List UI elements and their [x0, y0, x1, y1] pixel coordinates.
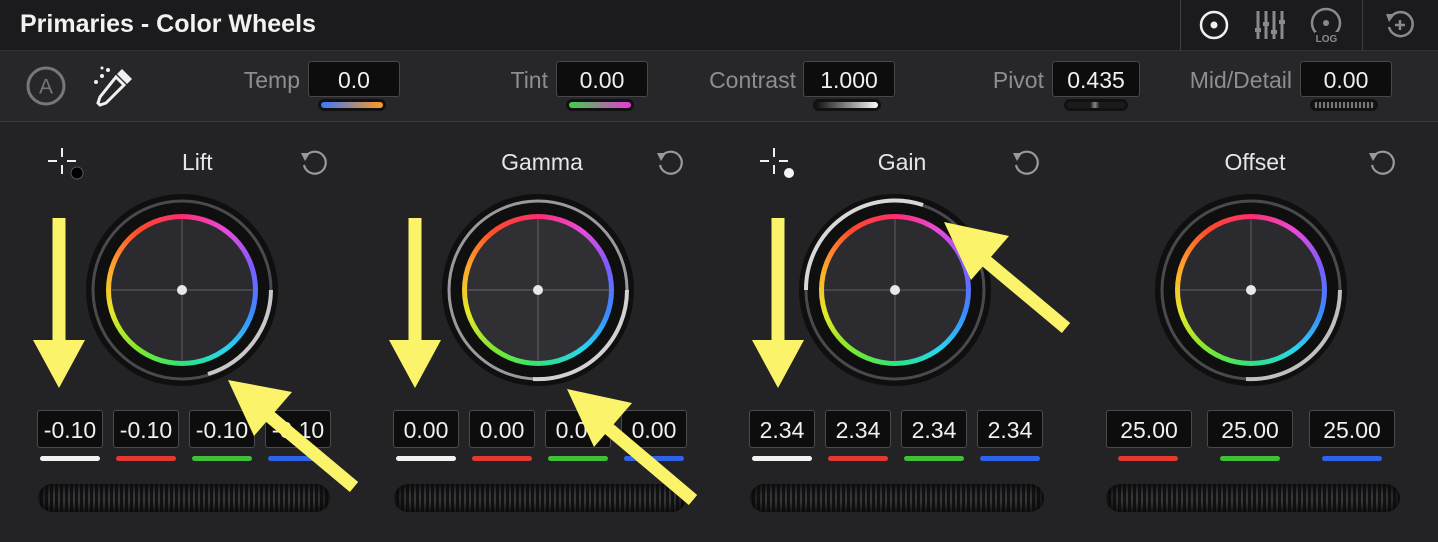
- lift-r-field[interactable]: -0.10: [113, 410, 179, 448]
- gamma-balance-point[interactable]: [533, 285, 543, 295]
- offset-wheel-panel: Offset 25.00 25.00 25.00: [1068, 122, 1438, 542]
- mid-detail-field[interactable]: 0.00: [1300, 61, 1392, 97]
- lift-g-field[interactable]: -0.10: [189, 410, 255, 448]
- tint-field[interactable]: 0.00: [556, 61, 648, 97]
- temp-field[interactable]: 0.0: [308, 61, 400, 97]
- color-wheels-mode-button[interactable]: [1184, 0, 1244, 50]
- lift-balance-point[interactable]: [177, 285, 187, 295]
- gain-y-field[interactable]: 2.34: [749, 410, 815, 448]
- offset-g-field[interactable]: 25.00: [1207, 410, 1293, 448]
- offset-r-indicator: [1118, 456, 1178, 461]
- gamma-b-field[interactable]: 0.00: [621, 410, 687, 448]
- auto-balance-icon: A: [26, 66, 66, 106]
- lift-reset-button[interactable]: [299, 148, 329, 183]
- gain-r-indicator: [828, 456, 888, 461]
- log-mode-icon: LOG: [1310, 7, 1342, 45]
- offset-master-wheel[interactable]: [1106, 484, 1400, 512]
- pivot-label: Pivot: [992, 67, 1044, 93]
- gain-b-indicator: [980, 456, 1040, 461]
- gamma-color-wheel[interactable]: [440, 192, 636, 388]
- gain-color-wheel[interactable]: [797, 192, 993, 388]
- gain-master-wheel[interactable]: [750, 484, 1044, 512]
- gamma-g-field[interactable]: 0.00: [545, 410, 611, 448]
- auto-balance-button[interactable]: A: [25, 65, 67, 112]
- gamma-g-indicator: [548, 456, 608, 461]
- panel-title: Primaries - Color Wheels: [20, 10, 316, 38]
- gain-g-indicator: [904, 456, 964, 461]
- lift-y-indicator: [40, 456, 100, 461]
- eyedropper-icon: [94, 66, 132, 107]
- bars-mode-icon: [1255, 11, 1285, 39]
- mid-detail-label: Mid/Detail: [1189, 67, 1292, 93]
- temp-slider-track: [321, 102, 383, 108]
- reset-icon: [657, 150, 683, 175]
- offset-b-indicator: [1322, 456, 1382, 461]
- offset-r-field[interactable]: 25.00: [1106, 410, 1192, 448]
- lift-wheel-panel: Lift -0.10 -0.10 -0.10 -0.10: [0, 122, 360, 542]
- adjustment-controls-row: A Temp 0.0 Tint 0.00 Contrast 1.000 Pivo…: [0, 51, 1438, 122]
- lift-y-field[interactable]: -0.10: [37, 410, 103, 448]
- pivot-slider-track: [1067, 102, 1125, 108]
- gamma-y-indicator: [396, 456, 456, 461]
- gain-y-indicator: [752, 456, 812, 461]
- gain-balance-point[interactable]: [890, 285, 900, 295]
- lift-r-indicator: [116, 456, 176, 461]
- mid-detail-slider-track: [1313, 102, 1375, 108]
- log-wheels-mode-button[interactable]: LOG: [1296, 0, 1356, 50]
- offset-b-field[interactable]: 25.00: [1309, 410, 1395, 448]
- pivot-field[interactable]: 0.435: [1052, 61, 1140, 97]
- header-divider: [1180, 0, 1181, 50]
- panel-header: Primaries - Color Wheels LOG: [0, 0, 1438, 51]
- gamma-b-indicator: [624, 456, 684, 461]
- reset-icon: [1369, 150, 1395, 175]
- primaries-bars-mode-button[interactable]: [1240, 0, 1300, 50]
- offset-balance-point[interactable]: [1246, 285, 1256, 295]
- offset-color-wheel[interactable]: [1153, 192, 1349, 388]
- gamma-reset-button[interactable]: [655, 148, 685, 183]
- wheels-mode-icon: [1199, 10, 1229, 40]
- reset-all-icon: [1386, 10, 1414, 38]
- lift-g-indicator: [192, 456, 252, 461]
- gamma-r-indicator: [472, 456, 532, 461]
- gamma-r-field[interactable]: 0.00: [469, 410, 535, 448]
- gamma-wheel-panel: Gamma 0.00 0.00 0.00 0.00: [356, 122, 716, 542]
- gain-reset-button[interactable]: [1011, 148, 1041, 183]
- gamma-master-wheel[interactable]: [394, 484, 686, 512]
- gain-b-field[interactable]: 2.34: [977, 410, 1043, 448]
- offset-reset-button[interactable]: [1367, 148, 1397, 183]
- reset-all-button[interactable]: [1370, 0, 1430, 50]
- gain-g-field[interactable]: 2.34: [901, 410, 967, 448]
- contrast-slider-track: [816, 102, 878, 108]
- temp-label: Temp: [243, 67, 300, 93]
- contrast-field[interactable]: 1.000: [803, 61, 895, 97]
- tint-label: Tint: [510, 67, 549, 93]
- lift-master-wheel[interactable]: [38, 484, 330, 512]
- reset-icon: [1013, 150, 1039, 175]
- lift-color-wheel[interactable]: [84, 192, 280, 388]
- gain-wheel-panel: Gain 2.34 2.34 2.34 2.34: [712, 122, 1072, 542]
- offset-g-indicator: [1220, 456, 1280, 461]
- tint-slider-track: [569, 102, 631, 108]
- contrast-label: Contrast: [709, 67, 796, 93]
- gain-r-field[interactable]: 2.34: [825, 410, 891, 448]
- log-mode-label: LOG: [1316, 34, 1338, 45]
- lift-b-indicator: [268, 456, 328, 461]
- eyedropper-button[interactable]: [92, 65, 136, 114]
- gamma-y-field[interactable]: 0.00: [393, 410, 459, 448]
- header-divider: [1362, 0, 1363, 50]
- lift-b-field[interactable]: -0.10: [265, 410, 331, 448]
- reset-icon: [301, 150, 327, 175]
- auto-balance-label: A: [39, 76, 53, 99]
